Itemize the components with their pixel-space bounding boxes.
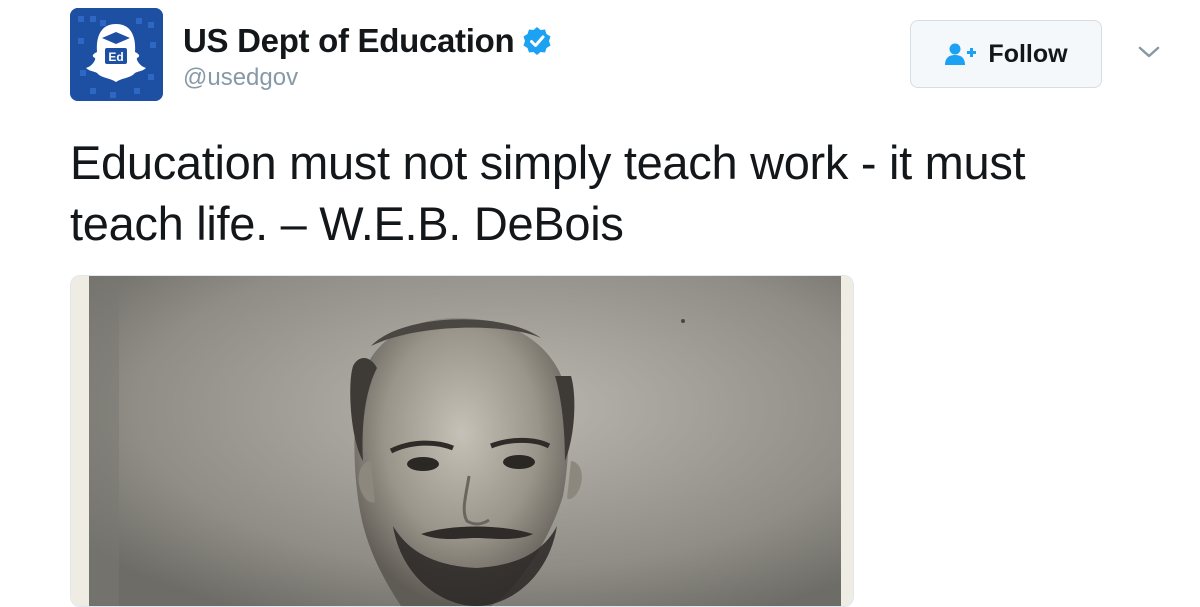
tweet-text: Education must not simply teach work - i… [70, 136, 1026, 250]
display-name[interactable]: US Dept of Education [183, 22, 515, 60]
account-handle[interactable]: @usedgov [183, 64, 298, 92]
chevron-down-icon[interactable] [1134, 40, 1164, 64]
follow-button[interactable]: Follow [910, 20, 1102, 88]
avatar-text: Ed [108, 50, 123, 64]
verified-badge-icon [523, 27, 551, 55]
tweet-media-photo[interactable] [70, 275, 854, 607]
follow-button-label: Follow [988, 39, 1068, 68]
account-name-row: US Dept of Education [183, 22, 552, 60]
profile-avatar[interactable]: Ed [70, 8, 163, 101]
portrait-photo [71, 276, 853, 606]
add-user-icon [945, 43, 977, 65]
snapchat-ghost-ed-icon: Ed [70, 8, 163, 101]
